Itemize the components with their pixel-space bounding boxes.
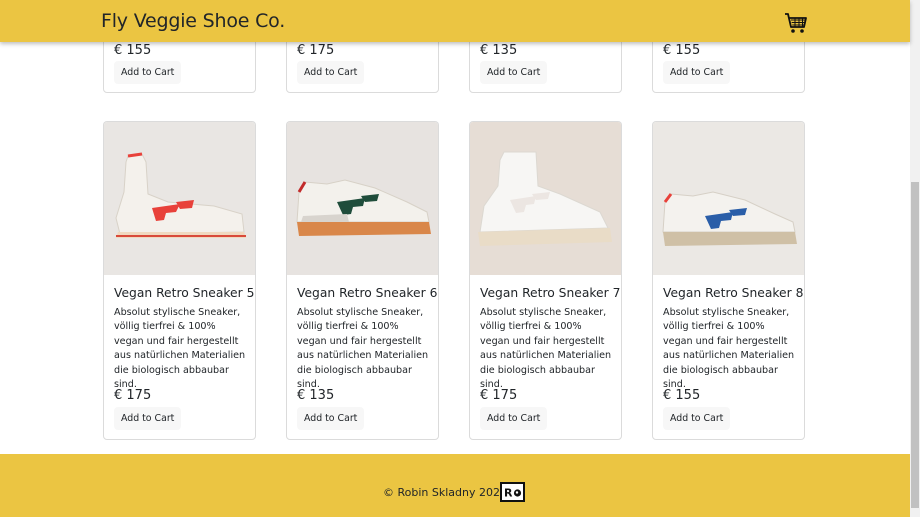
product-price: € 155 [663,43,701,58]
product-description: Absolut stylische Sneaker, völlig tierfr… [480,307,612,391]
product-description: Absolut stylische Sneaker, völlig tierfr… [297,307,429,391]
product-price: € 135 [297,388,335,403]
add-to-cart-button[interactable]: Add to Cart [480,61,548,84]
product-card: Vegan Retro Sneaker 6 Absolut stylische … [286,121,439,440]
product-price: € 175 [480,388,518,403]
product-title[interactable]: Vegan Retro Sneaker 6 [297,286,437,300]
product-price: € 175 [297,43,335,58]
product-price: € 175 [114,388,152,403]
product-card: Vegan Retro Sneaker 5 Absolut stylische … [103,121,256,440]
add-to-cart-button[interactable]: Add to Cart [480,407,548,430]
product-title[interactable]: Vegan Retro Sneaker 5 [114,286,254,300]
author-logo[interactable]: R [500,482,525,502]
product-price: € 135 [480,43,518,58]
product-price: € 155 [114,43,152,58]
shopping-cart-icon[interactable] [784,12,808,34]
product-title[interactable]: Vegan Retro Sneaker 8 [663,286,803,300]
add-to-cart-button[interactable]: Add to Cart [663,407,731,430]
product-image[interactable] [470,122,621,275]
add-to-cart-button[interactable]: Add to Cart [114,61,182,84]
product-image[interactable] [287,122,438,275]
brand-title[interactable]: Fly Veggie Shoe Co. [101,10,285,32]
add-to-cart-button[interactable]: Add to Cart [114,407,182,430]
product-image[interactable] [653,122,804,275]
footer: © Robin Skladny 2022 R [0,454,910,517]
add-to-cart-button[interactable]: Add to Cart [297,61,365,84]
scrollbar-thumb[interactable] [911,182,919,508]
footer-copyright: © Robin Skladny 2022 [383,486,507,499]
logo-letter: R [504,487,513,500]
product-image[interactable] [104,122,255,275]
navbar: Fly Veggie Shoe Co. [0,0,910,42]
add-to-cart-button[interactable]: Add to Cart [663,61,731,84]
product-description: Absolut stylische Sneaker, völlig tierfr… [663,307,795,391]
product-card: Vegan Retro Sneaker 8 Absolut stylische … [652,121,805,440]
product-card: Vegan Retro Sneaker 7 Absolut stylische … [469,121,622,440]
product-description: Absolut stylische Sneaker, völlig tierfr… [114,307,246,391]
add-to-cart-button[interactable]: Add to Cart [297,407,365,430]
product-price: € 155 [663,388,701,403]
product-title[interactable]: Vegan Retro Sneaker 7 [480,286,620,300]
